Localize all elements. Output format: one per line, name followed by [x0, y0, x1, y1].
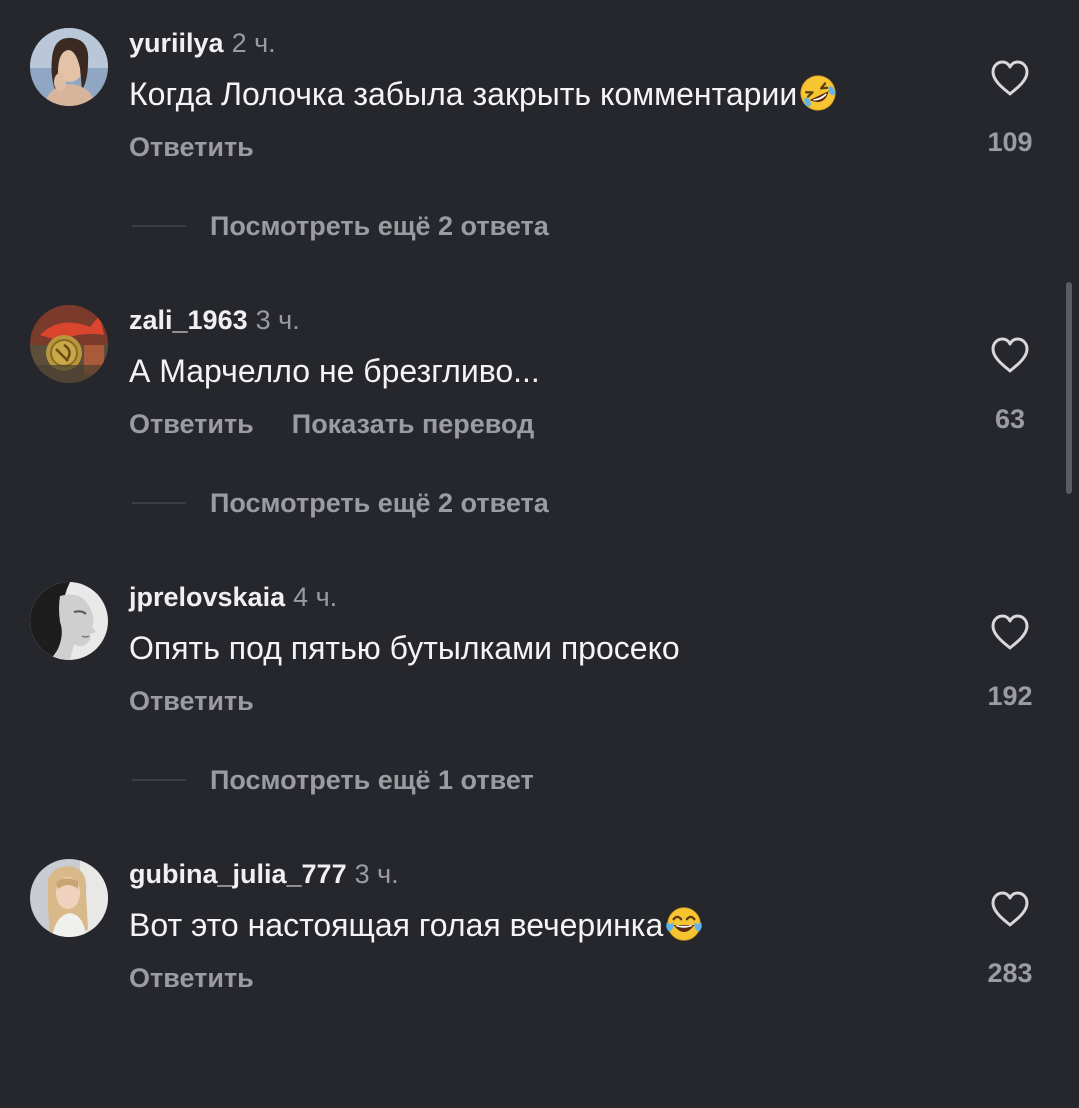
replies-divider — [132, 502, 186, 504]
username[interactable]: jprelovskaia — [129, 582, 285, 612]
reply-button[interactable]: Ответить — [129, 409, 254, 439]
rolling-on-floor-laughing-emoji — [800, 75, 836, 111]
heart-outline-icon[interactable] — [989, 612, 1031, 652]
comment-text: А Марчелло не брезгливо... — [129, 351, 540, 391]
timestamp: 3 ч. — [255, 305, 300, 335]
view-more-replies-label: Посмотреть ещё 2 ответа — [210, 211, 549, 241]
avatar[interactable] — [30, 582, 108, 660]
reply-button[interactable]: Ответить — [129, 132, 254, 162]
avatar[interactable] — [30, 305, 108, 383]
show-translation-button[interactable]: Показать перевод — [292, 409, 535, 439]
avatar[interactable] — [30, 28, 108, 106]
face-with-tears-of-joy-emoji — [666, 907, 702, 941]
comment-meta: zali_1963 3 ч. — [129, 303, 300, 337]
avatar-photo — [30, 582, 108, 660]
comment-actions: Ответить — [129, 684, 254, 718]
comment-meta: yuriilya 2 ч. — [129, 26, 276, 60]
comment-text: Когда Лолочка забыла закрыть комментарии — [129, 74, 837, 114]
timestamp: 3 ч. — [354, 859, 399, 889]
like-count: 109 — [987, 127, 1033, 157]
reply-button[interactable]: Ответить — [129, 686, 254, 716]
avatar-photo — [30, 28, 108, 106]
view-more-replies-label: Посмотреть ещё 1 ответ — [210, 765, 534, 795]
view-more-replies-label: Посмотреть ещё 2 ответа — [210, 488, 549, 518]
comment-actions: Ответить — [129, 961, 254, 995]
like-section: 109 — [980, 58, 1040, 159]
comment-actions: Ответить Показать перевод — [129, 407, 534, 441]
like-section: 192 — [980, 612, 1040, 713]
heart-outline-icon[interactable] — [989, 58, 1031, 98]
replies-divider — [132, 225, 186, 227]
comment-text: Опять под пятью бутылками просеко — [129, 628, 680, 668]
timestamp: 4 ч. — [293, 582, 338, 612]
comment-text: Вот это настоящая голая вечеринка — [129, 905, 703, 945]
replies-divider — [132, 779, 186, 781]
avatar[interactable] — [30, 859, 108, 937]
heart-outline-icon[interactable] — [989, 335, 1031, 375]
like-count: 283 — [987, 958, 1033, 988]
like-section: 63 — [980, 335, 1040, 436]
avatar-photo — [30, 305, 108, 383]
comment-item: zali_1963 3 ч. А Марчелло не брезгливо...… — [0, 277, 1079, 554]
comment-body: А Марчелло не брезгливо... — [129, 353, 540, 389]
like-count: 192 — [987, 681, 1033, 711]
timestamp: 2 ч. — [231, 28, 276, 58]
comment-item: yuriilya 2 ч. Когда Лолочка забыла закрыт… — [0, 0, 1079, 277]
comment-item: gubina_julia_777 3 ч. Вот это настоящая г… — [0, 831, 1079, 1108]
username[interactable]: zali_1963 — [129, 305, 248, 335]
heart-outline-icon[interactable] — [989, 889, 1031, 929]
username[interactable]: gubina_julia_777 — [129, 859, 347, 889]
comment-actions: Ответить — [129, 130, 254, 164]
comment-meta: jprelovskaia 4 ч. — [129, 580, 337, 614]
like-count: 63 — [994, 404, 1026, 434]
comment-item: jprelovskaia 4 ч. Опять под пятью бутылка… — [0, 554, 1079, 831]
reply-button[interactable]: Ответить — [129, 963, 254, 993]
username[interactable]: yuriilya — [129, 28, 224, 58]
comment-meta: gubina_julia_777 3 ч. — [129, 857, 399, 891]
like-section: 283 — [980, 889, 1040, 990]
comment-body: Когда Лолочка забыла закрыть комментарии — [129, 76, 798, 112]
comment-body: Вот это настоящая голая вечеринка — [129, 907, 664, 943]
scrollbar[interactable] — [1066, 282, 1072, 494]
avatar-photo — [30, 859, 108, 937]
comment-body: Опять под пятью бутылками просеко — [129, 630, 680, 666]
